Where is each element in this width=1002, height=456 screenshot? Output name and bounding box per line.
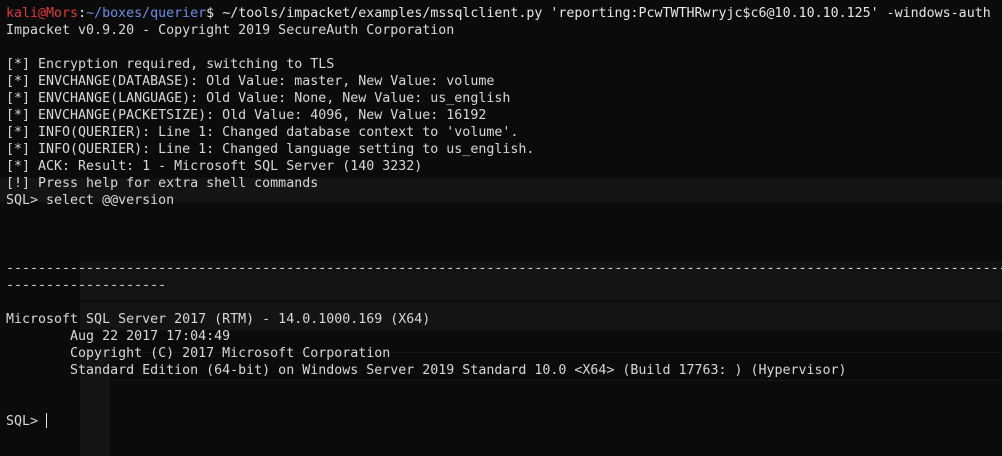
prompt-symbol: $	[206, 6, 223, 21]
output-message: [*] ENVCHANGE(LANGUAGE): Old Value: None…	[6, 91, 511, 106]
sql-query-line: SQL> select @@version	[6, 193, 175, 208]
shell-prompt-line: kali@Mors:~/boxes/querier$ ~/tools/impac…	[6, 5, 1002, 22]
output-message: [*] ENVCHANGE(PACKETSIZE): Old Value: 40…	[6, 108, 487, 123]
sql-prompt: SQL>	[6, 414, 47, 429]
output-message: [!] Press help for extra shell commands	[6, 176, 319, 191]
output-message: [*] INFO(QUERIER): Line 1: Changed datab…	[6, 125, 519, 140]
result-separator-1: ----------------------------------------…	[6, 261, 1002, 276]
version-line: Copyright (C) 2017 Microsoft Corporation	[6, 346, 391, 361]
output-message: [*] INFO(QUERIER): Line 1: Changed langu…	[6, 142, 535, 157]
result-separator-2: --------------------	[6, 278, 167, 293]
impacket-banner: Impacket v0.9.20 - Copyright 2019 Secure…	[6, 23, 455, 38]
version-line: Aug 22 2017 17:04:49	[6, 329, 231, 344]
sql-input-line[interactable]: SQL>	[6, 413, 1002, 430]
terminal-window[interactable]: kali@Mors:~/boxes/querier$ ~/tools/impac…	[0, 0, 1002, 456]
prompt-command: ~/tools/impacket/examples/mssqlclient.py…	[222, 6, 991, 21]
version-line: Microsoft SQL Server 2017 (RTM) - 14.0.1…	[6, 312, 431, 327]
output-message: [*] ACK: Result: 1 - Microsoft SQL Serve…	[6, 159, 423, 174]
prompt-user-host: kali@Mors	[6, 6, 79, 21]
output-message: [*] ENVCHANGE(DATABASE): Old Value: mast…	[6, 74, 495, 89]
output-message: [*] Encryption required, switching to TL…	[6, 57, 335, 72]
prompt-path: ~/boxes/querier	[86, 6, 207, 21]
text-cursor	[46, 413, 48, 428]
prompt-separator: :	[78, 6, 87, 21]
version-line: Standard Edition (64-bit) on Windows Ser…	[6, 363, 847, 378]
